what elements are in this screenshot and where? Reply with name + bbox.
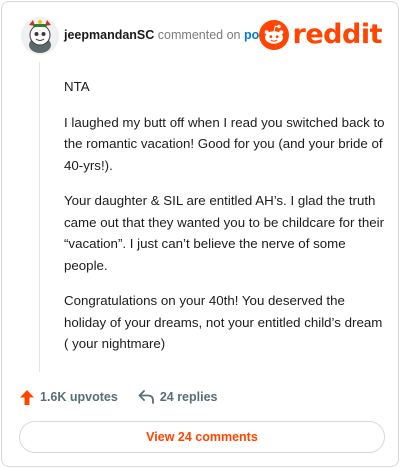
view-comments-button[interactable]: View 24 comments <box>19 421 385 453</box>
user-avatar[interactable] <box>20 16 60 56</box>
comment-body: NTA I laughed my butt off when I read yo… <box>64 76 386 369</box>
avatar-icon <box>21 17 59 55</box>
comment-paragraph: NTA <box>64 79 90 94</box>
comment-paragraph: I laughed my butt off when I read you sw… <box>64 114 385 173</box>
upvote-button[interactable]: 1.6K upvotes <box>20 389 118 405</box>
reply-arrow-icon <box>138 390 154 404</box>
reddit-snoo-icon <box>258 20 289 50</box>
thread-line[interactable] <box>39 62 40 372</box>
username[interactable]: jeepmandanSC <box>64 28 154 42</box>
upvote-count: 1.6K upvotes <box>40 390 118 404</box>
reply-button[interactable]: 24 replies <box>138 390 218 404</box>
upvote-arrow-icon <box>20 389 34 405</box>
comment-header: jeepmandanSC commented on post <box>64 28 270 42</box>
reply-count: 24 replies <box>159 390 218 404</box>
commented-on-label: commented on <box>157 28 241 42</box>
reddit-logo[interactable]: reddit <box>258 19 383 50</box>
reddit-wordmark: reddit <box>292 19 383 50</box>
comment-actions: 1.6K upvotes 24 replies <box>20 387 218 407</box>
comment-card: jeepmandanSC commented on post reddit NT… <box>1 1 399 467</box>
comment-paragraph: Congratulations on your 40th! You deserv… <box>64 293 383 351</box>
comment-paragraph: Your daughter & SIL are entitled AH’s. I… <box>64 193 385 273</box>
